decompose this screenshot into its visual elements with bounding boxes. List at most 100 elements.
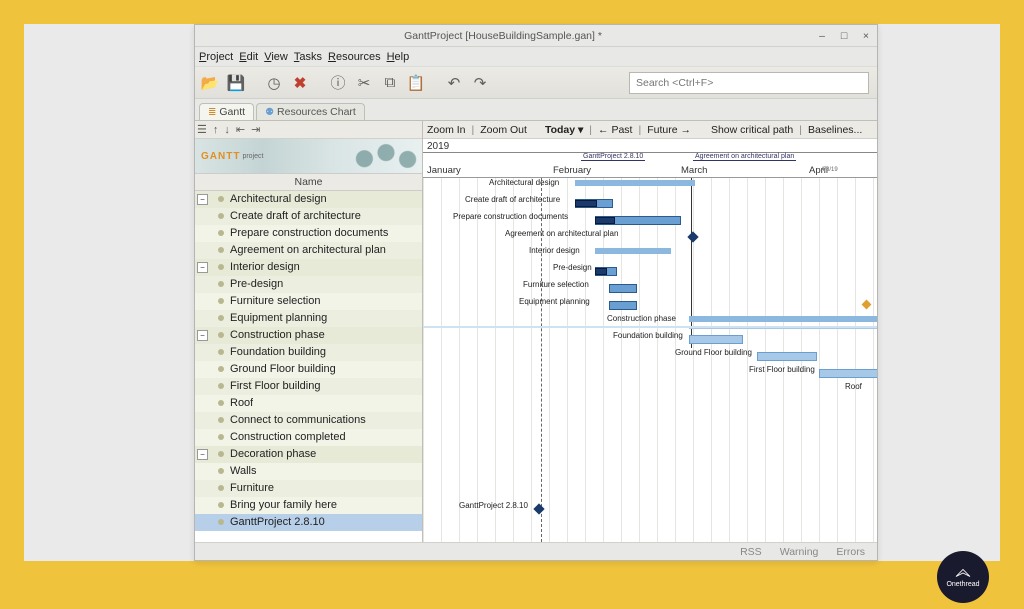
month-label: January bbox=[427, 165, 461, 176]
close-icon[interactable]: × bbox=[857, 29, 875, 43]
gantt-bar[interactable] bbox=[609, 301, 637, 310]
task-row[interactable]: Agreement on architectural plan bbox=[195, 242, 422, 259]
critical-path-button[interactable]: Show critical path bbox=[711, 124, 793, 136]
gantt-summary-bar[interactable] bbox=[689, 316, 877, 322]
task-row[interactable]: Roof bbox=[195, 395, 422, 412]
up-icon[interactable]: ↑ bbox=[213, 124, 219, 136]
app-window: GanttProject [HouseBuildingSample.gan] *… bbox=[194, 24, 878, 561]
task-row[interactable]: Equipment planning bbox=[195, 310, 422, 327]
menu-resources[interactable]: Resources bbox=[328, 51, 381, 63]
future-button[interactable]: Future → bbox=[647, 124, 691, 136]
statusbar: RSS Warning Errors bbox=[195, 542, 877, 560]
tab-gantt[interactable]: ≣Gantt bbox=[199, 103, 254, 120]
status-rss[interactable]: RSS bbox=[740, 546, 762, 558]
milestone-diamond-icon[interactable] bbox=[533, 503, 544, 514]
gantt-bar[interactable] bbox=[609, 284, 637, 293]
column-header-name[interactable]: Name bbox=[195, 173, 422, 191]
zoom-row: Zoom In| Zoom Out Today ▾| ← Past| Futur… bbox=[423, 121, 877, 139]
task-row[interactable]: Bring your family here bbox=[195, 497, 422, 514]
redo-icon[interactable]: ↷ bbox=[467, 70, 493, 96]
task-row[interactable]: Ground Floor building bbox=[195, 361, 422, 378]
list-icon[interactable]: ☰ bbox=[197, 123, 207, 136]
expander-icon[interactable]: − bbox=[197, 449, 208, 460]
task-tree[interactable]: −Architectural design Create draft of arc… bbox=[195, 191, 422, 542]
gantt-bar[interactable] bbox=[689, 335, 743, 344]
brand-badge: Onethread bbox=[937, 551, 989, 603]
menu-help[interactable]: Help bbox=[387, 51, 410, 63]
delete-icon[interactable]: ✖ bbox=[287, 70, 313, 96]
task-label: Create draft of architecture bbox=[230, 210, 361, 222]
expander-icon[interactable]: − bbox=[197, 262, 208, 273]
menu-tasks[interactable]: Tasks bbox=[294, 51, 322, 63]
task-row[interactable]: Prepare construction documents bbox=[195, 225, 422, 242]
task-row[interactable]: −Interior design bbox=[195, 259, 422, 276]
milestone-diamond-icon[interactable] bbox=[687, 231, 698, 242]
open-icon[interactable]: 📂 bbox=[197, 70, 223, 96]
task-row[interactable]: Walls bbox=[195, 463, 422, 480]
gantt-bar-label: Prepare construction documents bbox=[453, 212, 568, 221]
outdent-icon[interactable]: ⇤ bbox=[236, 123, 245, 136]
expander-icon[interactable]: − bbox=[197, 194, 208, 205]
baselines-button[interactable]: Baselines... bbox=[808, 124, 862, 136]
status-errors[interactable]: Errors bbox=[836, 546, 865, 558]
search-input[interactable] bbox=[629, 72, 869, 94]
undo-icon[interactable]: ↶ bbox=[441, 70, 467, 96]
month-header: JanuaryFebruaryMarchApril4/8/19 bbox=[423, 164, 877, 178]
task-row[interactable]: Pre-design bbox=[195, 276, 422, 293]
task-row[interactable]: Connect to communications bbox=[195, 412, 422, 429]
zoom-in-button[interactable]: Zoom In bbox=[427, 124, 466, 136]
gantt-chart[interactable]: Architectural designCreate draft of arch… bbox=[423, 178, 877, 542]
menu-edit[interactable]: Edit bbox=[239, 51, 258, 63]
task-row[interactable]: Foundation building bbox=[195, 344, 422, 361]
history-icon[interactable]: ◷ bbox=[261, 70, 287, 96]
task-label: Connect to communications bbox=[230, 414, 366, 426]
gantt-bar-label: Architectural design bbox=[489, 178, 559, 187]
cut-icon[interactable]: ✂ bbox=[351, 70, 377, 96]
task-label: First Floor building bbox=[230, 380, 320, 392]
gantt-bar[interactable] bbox=[757, 352, 817, 361]
today-button[interactable]: Today ▾ bbox=[545, 124, 583, 136]
task-row[interactable]: −Architectural design bbox=[195, 191, 422, 208]
gantt-bar-label: Equipment planning bbox=[519, 297, 590, 306]
paste-icon[interactable]: 📋 bbox=[403, 70, 429, 96]
menu-project[interactable]: Project bbox=[199, 51, 233, 63]
copy-icon[interactable]: ⧉ bbox=[377, 70, 403, 96]
maximize-icon[interactable]: □ bbox=[835, 29, 853, 43]
task-row[interactable]: Construction completed bbox=[195, 429, 422, 446]
marker-icon bbox=[862, 300, 872, 310]
menu-view[interactable]: View bbox=[264, 51, 288, 63]
tab-resources-chart[interactable]: ⚉Resources Chart bbox=[256, 103, 365, 120]
toolbar: 📂 💾 ◷ ✖ ⓘ ✂ ⧉ 📋 ↶ ↷ bbox=[195, 67, 877, 99]
info-icon[interactable]: ⓘ bbox=[325, 70, 351, 96]
expander-icon[interactable]: − bbox=[197, 330, 208, 341]
minimize-icon[interactable]: – bbox=[813, 29, 831, 43]
gantt-bar-label: Interior design bbox=[529, 246, 580, 255]
gantt-bar-label: Roof bbox=[845, 382, 862, 391]
down-icon[interactable]: ↓ bbox=[224, 124, 230, 136]
task-row[interactable]: −Construction phase bbox=[195, 327, 422, 344]
task-label: Foundation building bbox=[230, 346, 326, 358]
zoom-out-button[interactable]: Zoom Out bbox=[480, 124, 527, 136]
task-row[interactable]: −Decoration phase bbox=[195, 446, 422, 463]
task-label: Prepare construction documents bbox=[230, 227, 388, 239]
window-title: GanttProject [HouseBuildingSample.gan] * bbox=[195, 30, 811, 42]
task-row[interactable]: GanttProject 2.8.10 bbox=[195, 514, 422, 531]
gantt-summary-bar[interactable] bbox=[595, 248, 671, 254]
task-row[interactable]: Furniture bbox=[195, 480, 422, 497]
save-icon[interactable]: 💾 bbox=[223, 70, 249, 96]
task-row[interactable]: First Floor building bbox=[195, 378, 422, 395]
gantt-summary-bar[interactable] bbox=[575, 180, 695, 186]
task-label: Furniture selection bbox=[230, 295, 321, 307]
gantt-bar[interactable] bbox=[819, 369, 877, 378]
past-button[interactable]: ← Past bbox=[598, 124, 632, 136]
gantt-bar-label: First Floor building bbox=[749, 365, 815, 374]
status-warning[interactable]: Warning bbox=[780, 546, 819, 558]
year-label: 2019 bbox=[427, 141, 449, 152]
resources-icon: ⚉ bbox=[265, 107, 274, 118]
task-row[interactable]: Create draft of architecture bbox=[195, 208, 422, 225]
task-label: Roof bbox=[230, 397, 253, 409]
task-row[interactable]: Furniture selection bbox=[195, 293, 422, 310]
indent-icon[interactable]: ⇥ bbox=[251, 123, 260, 136]
gantt-bar-label: GanttProject 2.8.10 bbox=[459, 501, 528, 510]
titlebar: GanttProject [HouseBuildingSample.gan] *… bbox=[195, 25, 877, 47]
